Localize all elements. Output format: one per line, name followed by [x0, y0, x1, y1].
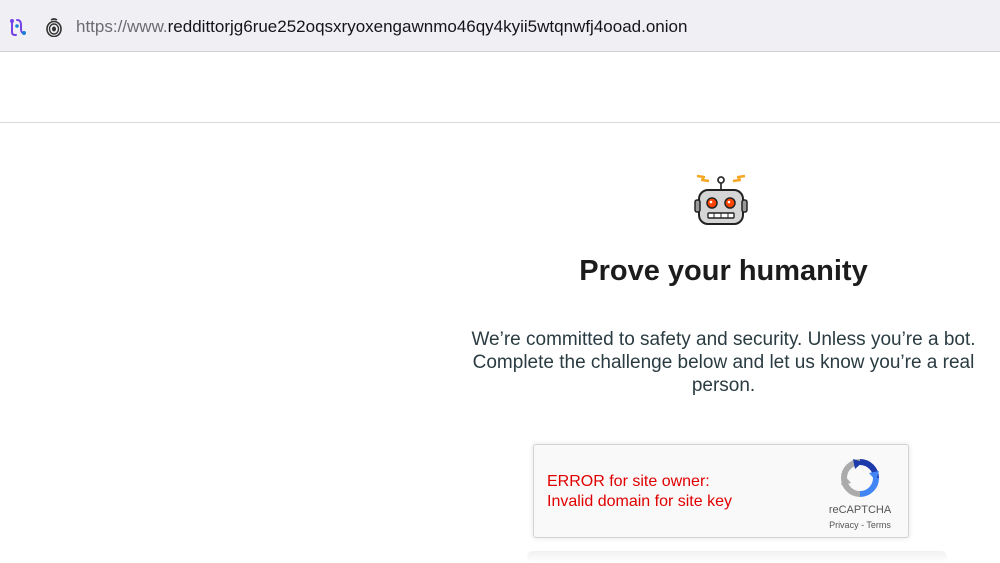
address-bar[interactable]: https://www.reddittorjg6rue252oqsxryoxen… [0, 0, 1000, 52]
recaptcha-logo-icon [841, 459, 879, 497]
tor-circuit-icon[interactable] [8, 17, 28, 37]
recaptcha-error-line1: ERROR for site owner: [547, 473, 710, 490]
url-host: reddittorjg6rue252oqsxryoxengawnmo46qy4k… [167, 17, 688, 36]
recaptcha-terms-link[interactable]: Terms [866, 520, 891, 530]
page-description: We’re committed to safety and security. … [471, 329, 976, 396]
recaptcha-privacy-link[interactable]: Privacy [829, 520, 859, 530]
recaptcha-brand: reCAPTCHA [828, 504, 892, 516]
site-header [0, 52, 1000, 123]
robot-icon [694, 174, 748, 225]
recaptcha-error: ERROR for site owner: Invalid domain for… [547, 472, 732, 512]
page-title: Prove your humanity [579, 255, 868, 287]
recaptcha-error-line2: Invalid domain for site key [547, 493, 732, 510]
url-text[interactable]: https://www.reddittorjg6rue252oqsxryoxen… [76, 17, 687, 37]
divider-shadow [527, 551, 947, 563]
url-scheme: https://www. [76, 17, 168, 36]
recaptcha-links: Privacy - Terms [821, 520, 899, 530]
main-content: Prove your humanity We’re committed to s… [447, 123, 1000, 563]
recaptcha-widget[interactable]: ERROR for site owner: Invalid domain for… [533, 444, 909, 538]
onion-lock-icon[interactable] [44, 17, 64, 37]
